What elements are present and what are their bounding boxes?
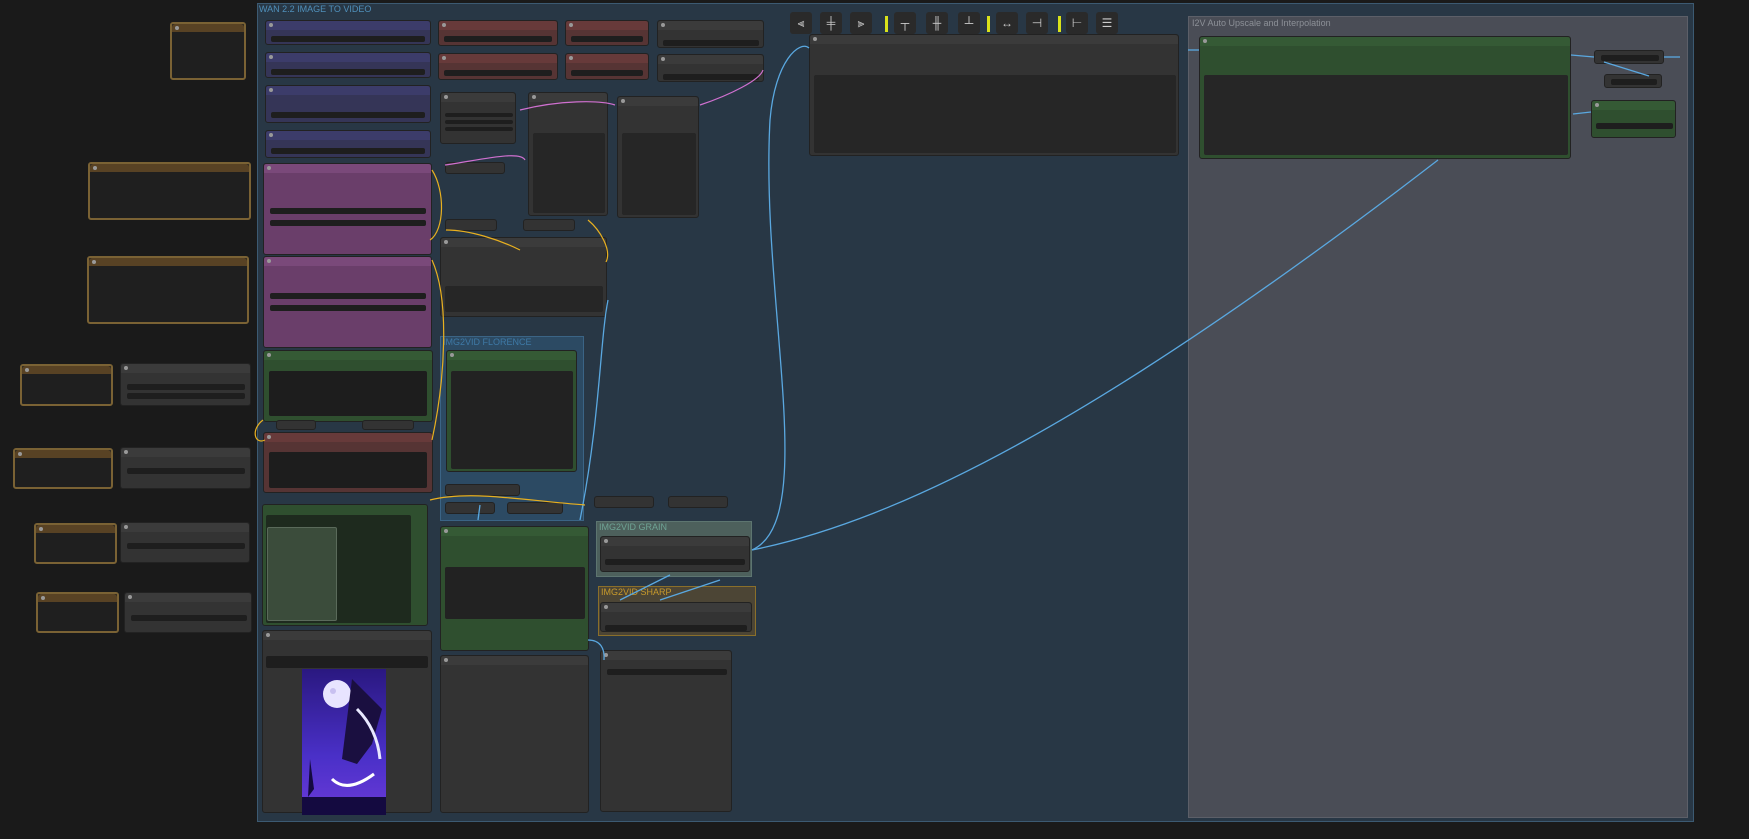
reroute-node[interactable] <box>445 219 497 231</box>
slider[interactable] <box>127 393 245 399</box>
note-node[interactable] <box>88 162 251 220</box>
note-node[interactable] <box>20 364 113 406</box>
align-center-h-icon[interactable]: ╪ <box>820 12 842 34</box>
group-title: IMG2VID FLORENCE <box>443 337 532 347</box>
loader-node[interactable] <box>265 130 431 158</box>
sampler-node[interactable] <box>528 92 608 216</box>
slider-node[interactable] <box>120 363 251 406</box>
align-left-icon[interactable]: ⫷ <box>790 12 812 34</box>
reroute-node[interactable] <box>1604 74 1662 88</box>
slider[interactable] <box>131 615 247 621</box>
group-title: IMG2VID GRAIN <box>599 522 668 532</box>
align-top-icon[interactable]: ┬ <box>894 12 916 34</box>
group-title: WAN 2.2 IMAGE TO VIDEO <box>259 4 372 14</box>
lora-node[interactable] <box>565 53 649 80</box>
note-node[interactable] <box>34 523 117 564</box>
slider-node[interactable] <box>124 592 252 633</box>
grain-node[interactable] <box>600 536 750 572</box>
slider[interactable] <box>127 543 245 549</box>
group-title: IMG2VID SHARP <box>601 587 672 597</box>
reroute-node[interactable] <box>668 496 728 508</box>
settings-node[interactable] <box>657 20 764 48</box>
video-combine-node[interactable] <box>440 526 589 651</box>
reroute-node[interactable] <box>362 420 414 430</box>
save-node[interactable] <box>1591 100 1676 138</box>
input-image-thumbnail <box>302 669 386 815</box>
prompt-node[interactable] <box>263 163 432 255</box>
distribute-v-icon[interactable]: ☰ <box>1096 12 1118 34</box>
slider-node[interactable] <box>120 447 251 489</box>
upscale-node[interactable] <box>1199 36 1571 159</box>
loader-node[interactable] <box>265 20 431 45</box>
align-right-icon[interactable]: ⫸ <box>850 12 872 34</box>
prompt-node[interactable] <box>263 256 432 348</box>
separator <box>987 16 990 32</box>
reroute-node[interactable] <box>445 162 505 174</box>
sharp-node[interactable] <box>600 602 752 632</box>
text-node[interactable] <box>263 432 433 493</box>
lora-node[interactable] <box>438 53 558 80</box>
separator <box>885 16 888 32</box>
sampler-node[interactable] <box>617 96 699 218</box>
vae-decode-node[interactable] <box>440 237 607 317</box>
alignment-toolbar: ⫷ ╪ ⫸ ┬ ╫ ┴ ↔ ⊣ ⊢ ☰ <box>790 6 1120 34</box>
group-title: I2V Auto Upscale and Interpolation <box>1192 18 1331 28</box>
reroute-node[interactable] <box>523 219 575 231</box>
settings-node[interactable] <box>657 54 764 82</box>
note-node[interactable] <box>36 592 119 633</box>
reroute-node[interactable] <box>445 484 520 496</box>
reroute-node[interactable] <box>1594 50 1664 64</box>
reroute-node[interactable] <box>445 502 495 514</box>
loader-node[interactable] <box>265 85 431 123</box>
align-bottom-icon[interactable]: ┴ <box>958 12 980 34</box>
align-center-v-icon[interactable]: ╫ <box>926 12 948 34</box>
lora-node[interactable] <box>438 20 558 46</box>
slider[interactable] <box>127 468 245 474</box>
text-node[interactable] <box>263 350 433 422</box>
separator <box>1058 16 1061 32</box>
note-node[interactable] <box>170 22 246 80</box>
preview-node[interactable] <box>600 650 732 812</box>
lora-node[interactable] <box>565 20 649 46</box>
distribute-left-icon[interactable]: ⊣ <box>1026 12 1048 34</box>
note-node[interactable] <box>13 448 113 489</box>
sampler-node[interactable] <box>440 92 516 144</box>
distribute-h-icon[interactable]: ↔ <box>996 12 1018 34</box>
note-node[interactable] <box>87 256 249 324</box>
distribute-right-icon[interactable]: ⊢ <box>1066 12 1088 34</box>
slider[interactable] <box>127 384 245 390</box>
reroute-node[interactable] <box>276 420 316 430</box>
florence-node[interactable] <box>446 350 577 472</box>
reroute-node[interactable] <box>594 496 654 508</box>
reroute-node[interactable] <box>507 502 563 514</box>
image-preview-node[interactable] <box>262 504 428 626</box>
slider-node[interactable] <box>120 522 250 563</box>
loader-node[interactable] <box>265 52 431 78</box>
preview-node[interactable] <box>440 655 589 813</box>
video-settings-node[interactable] <box>809 34 1179 156</box>
